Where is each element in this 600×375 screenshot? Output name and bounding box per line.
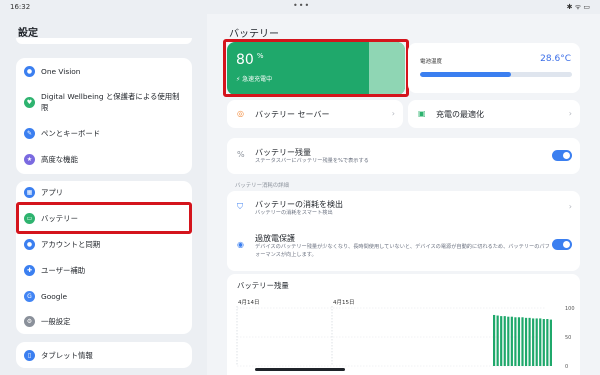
- chart-bar: [524, 317, 528, 366]
- temperature-bar: [420, 72, 572, 77]
- chart-bar: [493, 314, 496, 366]
- battery-percentage-toggle[interactable]: [552, 150, 572, 161]
- charging-optimize-icon: ▣: [418, 109, 426, 118]
- charging-optimization-label: 充電の最適化: [436, 110, 484, 119]
- drain-detection-description: バッテリーの消耗をスマート検出: [255, 210, 333, 216]
- battery-percentage-row[interactable]: % バッテリー残量 ステータスバーにバッテリー残量を%で表示する: [227, 138, 580, 174]
- chart-bar: [514, 317, 517, 366]
- sidebar-item-label: 高度な機能: [41, 154, 78, 164]
- chart-bar: [542, 319, 545, 366]
- chart-bar: [521, 317, 524, 366]
- home-indicator[interactable]: [255, 368, 345, 371]
- overcharge-protection-toggle[interactable]: [552, 239, 572, 250]
- sidebar-item-general[interactable]: ⚙ 一般設定: [16, 308, 192, 334]
- sidebar-item-label: アプリ: [41, 187, 64, 197]
- battery-level-chart: 4月14日 4月15日 100 50 0: [236, 299, 575, 370]
- sidebar-item-one-vision[interactable]: ● One Vision: [16, 58, 192, 84]
- section-caption: バッテリー消耗の詳細: [235, 183, 289, 189]
- status-icons: ✱ ᯤ ▭: [566, 3, 590, 11]
- one-vision-icon: ●: [24, 65, 35, 77]
- shield-icon: ⛉: [237, 202, 243, 211]
- percent-icon: %: [237, 150, 245, 159]
- selected-item-highlight: [16, 202, 192, 234]
- temperature-label: 電池温度: [420, 59, 443, 65]
- chart-bar: [503, 316, 506, 366]
- sidebar-item-advanced[interactable]: ★ 高度な機能: [16, 146, 192, 172]
- battery-percentage-description: ステータスバーにバッテリー残量を%で表示する: [255, 158, 369, 164]
- sidebar-item-label: アカウントと同期: [41, 239, 101, 249]
- chart-bar: [528, 317, 531, 366]
- chevron-right-icon: ›: [568, 109, 572, 118]
- wellbeing-icon: ♥: [24, 96, 35, 108]
- star-icon: ★: [24, 153, 35, 165]
- sidebar-title: 設定: [18, 28, 38, 39]
- status-bar: 16:32 ••• ✱ ᯤ ▭: [0, 0, 600, 14]
- apps-icon: ▦: [24, 186, 35, 198]
- drain-detection-row[interactable]: ⛉ バッテリーの消耗を検出 バッテリーの消耗をスマート検出 ›: [227, 191, 580, 223]
- google-icon: G: [24, 290, 35, 302]
- sidebar-item-label: One Vision: [41, 66, 81, 76]
- battery-drain-card: ⛉ バッテリーの消耗を検出 バッテリーの消耗をスマート検出 › ◉ 過放電保護 …: [227, 191, 580, 271]
- battery-temperature-card: 電池温度 28.6°C: [408, 43, 580, 93]
- chart-y-tick-label: 50: [565, 335, 571, 341]
- overcharge-protection-description: デバイスのバッテリー残量が少なくなり、長時間使用していないと、デバイスの電源が自…: [255, 244, 550, 258]
- account-icon: ●: [24, 238, 35, 250]
- chart-bar: [539, 318, 542, 366]
- sidebar-item-pen-keyboard[interactable]: ✎ ペンとキーボード: [16, 120, 192, 146]
- sidebar-card-group3: ▯ タブレット情報: [16, 342, 192, 368]
- sidebar-item-accessibility[interactable]: ✚ ユーザー補助: [16, 257, 192, 283]
- window-handle-dots[interactable]: •••: [293, 1, 310, 10]
- sidebar-item-tablet-info[interactable]: ▯ タブレット情報: [16, 342, 192, 368]
- sidebar-item-digital-wellbeing[interactable]: ♥ Digital Wellbeing と保護者による使用制限: [16, 84, 192, 120]
- chart-x-tick-label: 4月15日: [333, 299, 355, 306]
- pen-icon: ✎: [24, 127, 35, 139]
- chart-bar: [535, 318, 538, 366]
- charging-optimization-row[interactable]: ▣ 充電の最適化 ›: [408, 100, 580, 128]
- battery-card-highlight: [223, 39, 409, 97]
- battery-level-chart-card: バッテリー残量 4月14日 4月15日 100 50 0: [227, 274, 580, 375]
- chart-bar: [546, 319, 549, 366]
- sidebar-item-label: Google: [41, 291, 68, 301]
- sidebar-card-top-partial: [16, 38, 192, 44]
- sidebar-item-google[interactable]: G Google: [16, 283, 192, 309]
- accessibility-icon: ✚: [24, 264, 35, 276]
- chart-bar: [507, 316, 510, 366]
- temperature-bar-fill: [420, 72, 512, 77]
- sidebar-item-label: Digital Wellbeing と保護者による使用制限: [41, 92, 180, 112]
- chart-y-tick-label: 100: [565, 306, 575, 312]
- sidebar-item-accounts-sync[interactable]: ● アカウントと同期: [16, 231, 192, 257]
- sidebar-item-label: タブレット情報: [41, 350, 93, 360]
- chart-y-tick-label: 0: [565, 364, 568, 370]
- chevron-right-icon: ›: [568, 202, 572, 211]
- sidebar-item-label: 一般設定: [41, 316, 71, 326]
- temperature-value: 28.6°C: [540, 54, 571, 64]
- chevron-right-icon: ›: [391, 109, 395, 118]
- tablet-icon: ▯: [24, 349, 35, 361]
- battery-saver-row[interactable]: ◎ バッテリー セーバー ›: [227, 100, 403, 128]
- sidebar-item-label: ペンとキーボード: [41, 128, 101, 138]
- battery-settings-page: バッテリー 80% ⚡ 急速充電中 電池温度 28.6°C ◎ バッテリー セー…: [207, 14, 600, 375]
- chart-bar: [510, 316, 513, 366]
- settings-sidebar: 設定 ● One Vision ♥ Digital Wellbeing と保護者…: [0, 14, 207, 375]
- sidebar-card-group1: ● One Vision ♥ Digital Wellbeing と保護者による…: [16, 58, 192, 174]
- protection-icon: ◉: [237, 240, 244, 249]
- battery-saver-icon: ◎: [237, 109, 244, 118]
- gear-icon: ⚙: [24, 315, 35, 327]
- sidebar-item-label: ユーザー補助: [41, 265, 86, 275]
- chart-bar: [496, 315, 499, 366]
- chart-x-tick-label: 4月14日: [238, 299, 260, 306]
- chart-bar: [532, 318, 535, 366]
- chart-bar: [517, 317, 521, 366]
- status-time: 16:32: [10, 3, 31, 11]
- chart-bar: [500, 316, 503, 366]
- page-title: バッテリー: [229, 29, 279, 40]
- chart-bar: [549, 319, 552, 366]
- battery-saver-label: バッテリー セーバー: [255, 110, 330, 119]
- overcharge-protection-row[interactable]: ◉ 過放電保護 デバイスのバッテリー残量が少なくなり、長時間使用していないと、デ…: [227, 231, 580, 269]
